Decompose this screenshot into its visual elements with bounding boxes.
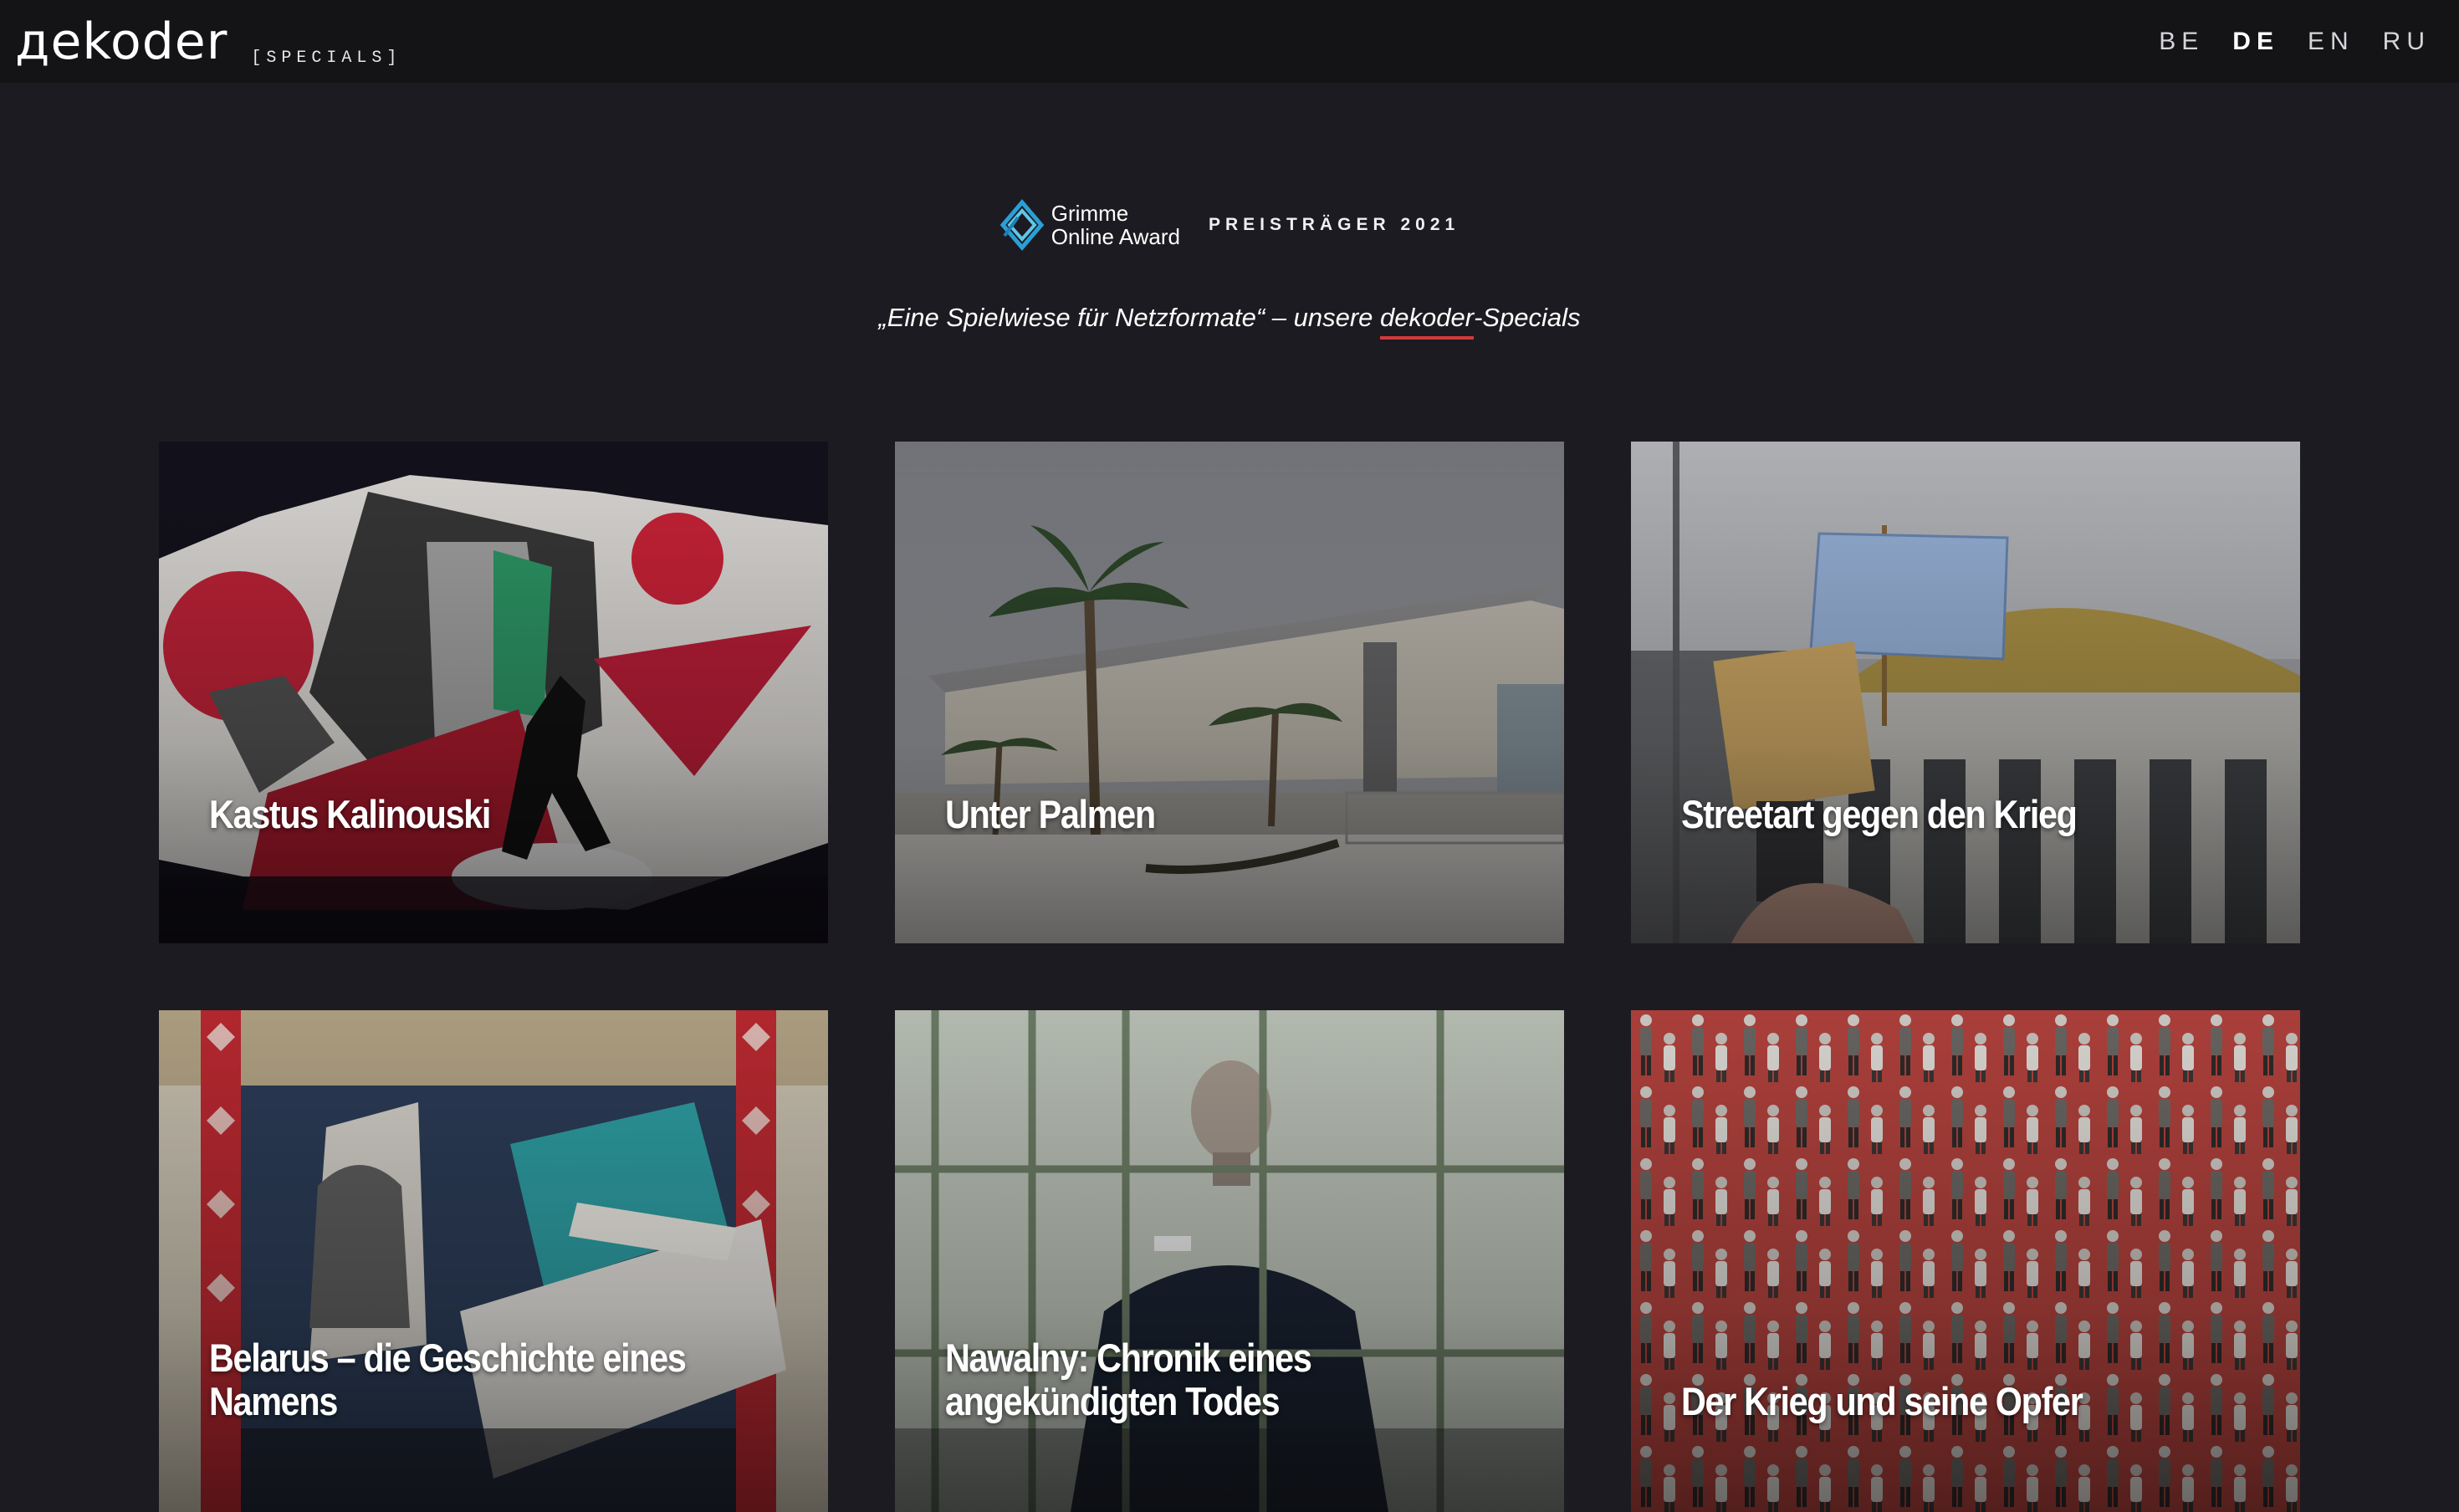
special-card-unter-palmen[interactable]: Unter Palmen [895, 442, 1564, 943]
tagline-text-before: „Eine Spielwiese für Netzformate“ – unse… [878, 303, 1381, 332]
award-banner: Grimme Online Award PREISTRÄGER 2021 [0, 199, 2459, 251]
grimme-award-icon [999, 199, 1045, 251]
page-tagline: „Eine Spielwiese für Netzformate“ – unse… [0, 303, 2459, 340]
card-shade [1631, 442, 2300, 943]
special-card-kastus-kalinouski[interactable]: Kastus Kalinouski [159, 442, 828, 943]
card-shade [1631, 1010, 2300, 1512]
award-name: Grimme Online Award [1051, 202, 1180, 248]
tagline-text-after: -Specials [1474, 303, 1581, 332]
card-title: Streetart gegen den Krieg [1681, 792, 2078, 836]
language-en-link[interactable]: EN [2308, 28, 2354, 56]
card-title: Der Krieg und seine Opfer [1681, 1379, 2083, 1423]
special-card-streetart-gegen-den-krieg[interactable]: Streetart gegen den Krieg [1631, 442, 2300, 943]
card-shade [159, 1010, 828, 1512]
language-de-link[interactable]: DE [2232, 28, 2279, 56]
special-card-nawalny-chronik[interactable]: Nawalny: Chronik eines angekündigten Tod… [895, 1010, 1564, 1512]
card-title: Kastus Kalinouski [209, 792, 491, 836]
tagline-highlight: dekoder [1380, 303, 1475, 340]
special-card-krieg-und-seine-opfer[interactable]: Der Krieg und seine Opfer [1631, 1010, 2300, 1512]
card-title: Belarus – die Geschichte eines Namens [209, 1336, 687, 1423]
card-shade [159, 442, 828, 943]
card-title: Unter Palmen [945, 792, 1156, 836]
language-ru-link[interactable]: RU [2383, 28, 2431, 56]
award-name-line1: Grimme [1051, 201, 1129, 226]
language-be-link[interactable]: BE [2159, 28, 2204, 56]
language-switcher: BE DE EN RU [2159, 28, 2431, 56]
section-label: [SPECIALS] [251, 48, 402, 68]
award-name-line2: Online Award [1051, 224, 1180, 249]
site-logo[interactable]: дekoder [15, 17, 227, 67]
award-label: PREISTRÄGER 2021 [1208, 215, 1460, 234]
brand: дekoder [SPECIALS] [15, 17, 401, 67]
special-card-belarus-geschichte-eines-namens[interactable]: Belarus – die Geschichte eines Namens [159, 1010, 828, 1512]
card-title: Nawalny: Chronik eines angekündigten Tod… [945, 1336, 1312, 1423]
grimme-award-badge[interactable]: Grimme Online Award [999, 199, 1180, 251]
card-shade [895, 1010, 1564, 1512]
top-bar: дekoder [SPECIALS] BE DE EN RU [0, 0, 2459, 83]
card-shade [895, 442, 1564, 943]
